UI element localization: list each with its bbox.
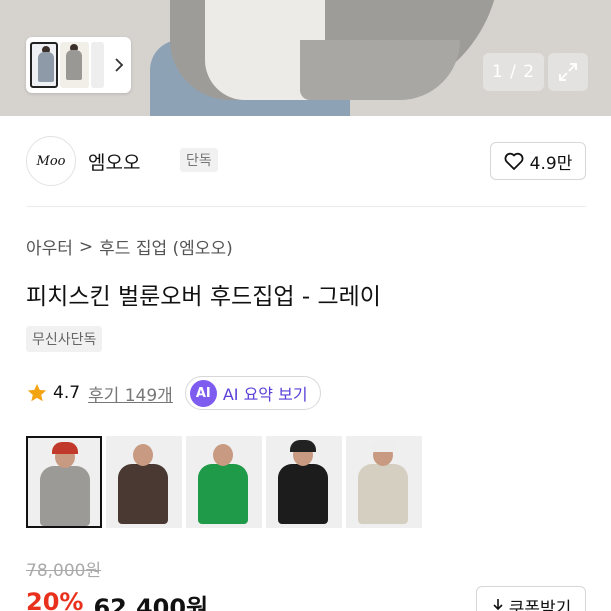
breadcrumb-subcategory[interactable]: 후드 집업 (엠오오) <box>99 234 233 259</box>
image-page-counter: 1 / 2 <box>483 53 544 91</box>
divider <box>26 206 586 207</box>
brand-logo[interactable]: Moo <box>26 136 76 186</box>
review-count-link[interactable]: 후기 149개 <box>88 381 173 406</box>
exclusive-badge: 무신사단독 <box>26 326 103 352</box>
image-thumbnail-strip[interactable] <box>26 37 131 93</box>
color-option-list <box>26 436 422 528</box>
rating-value: 4.7 <box>53 383 81 403</box>
color-option-hat <box>370 440 396 452</box>
color-option-garment <box>118 464 168 524</box>
star-icon <box>27 383 47 402</box>
download-icon <box>493 599 503 611</box>
sale-price: 62,400원 <box>93 594 209 611</box>
product-title: 피치스킨 벌룬오버 후드집업 - 그레이 <box>26 284 381 310</box>
thumbnail-1[interactable] <box>30 42 59 88</box>
color-option-garment <box>40 466 90 526</box>
brand-exclusive-tag: 단독 <box>180 148 218 172</box>
expand-icon <box>559 63 577 81</box>
color-option-model-head <box>133 444 153 466</box>
discount-rate: 20% <box>26 588 84 611</box>
color-option-hat <box>290 440 316 452</box>
brand-logo-text: Moo <box>36 153 66 169</box>
price-row: 20% 62,400원 <box>26 588 208 611</box>
color-option-thumbnail[interactable] <box>26 436 102 528</box>
thumbnail-2[interactable] <box>60 42 89 88</box>
color-option-garment <box>278 464 328 524</box>
color-option-thumbnail[interactable] <box>186 436 262 528</box>
rating-row: 4.7 후기 149개 AI AI 요약 보기 <box>26 376 321 410</box>
coupon-label: 쿠폰받기 <box>508 598 572 611</box>
chevron-right-icon[interactable] <box>112 57 127 73</box>
hero-photo-sleeve <box>300 40 460 100</box>
ai-badge-icon: AI <box>189 379 217 407</box>
breadcrumb-category[interactable]: 아우터 <box>26 234 73 259</box>
color-option-model-head <box>213 444 233 466</box>
like-button[interactable]: 4.9만 <box>490 142 586 180</box>
brand-row: Moo 엠오오 단독 4.9만 <box>26 136 586 186</box>
ai-summary-label: AI 요약 보기 <box>222 385 308 404</box>
breadcrumb: 아우터 > 후드 집업 (엠오오) <box>26 234 233 260</box>
color-option-thumbnail[interactable] <box>266 436 342 528</box>
breadcrumb-separator: > <box>78 236 94 257</box>
color-option-hat <box>52 442 78 454</box>
color-option-thumbnail[interactable] <box>346 436 422 528</box>
color-option-garment <box>358 464 408 524</box>
thumbnail-3[interactable] <box>90 42 104 88</box>
heart-icon <box>504 152 524 170</box>
like-count: 4.9만 <box>529 153 573 174</box>
brand-name[interactable]: 엠오오 <box>88 148 140 175</box>
color-option-thumbnail[interactable] <box>106 436 182 528</box>
original-price: 78,000원 <box>26 561 102 581</box>
ai-summary-button[interactable]: AI AI 요약 보기 <box>184 376 321 410</box>
expand-image-button[interactable] <box>548 53 588 91</box>
product-image-hero[interactable]: 1 / 2 <box>0 0 611 116</box>
color-option-garment <box>198 464 248 524</box>
coupon-button[interactable]: 쿠폰받기 <box>476 586 586 611</box>
